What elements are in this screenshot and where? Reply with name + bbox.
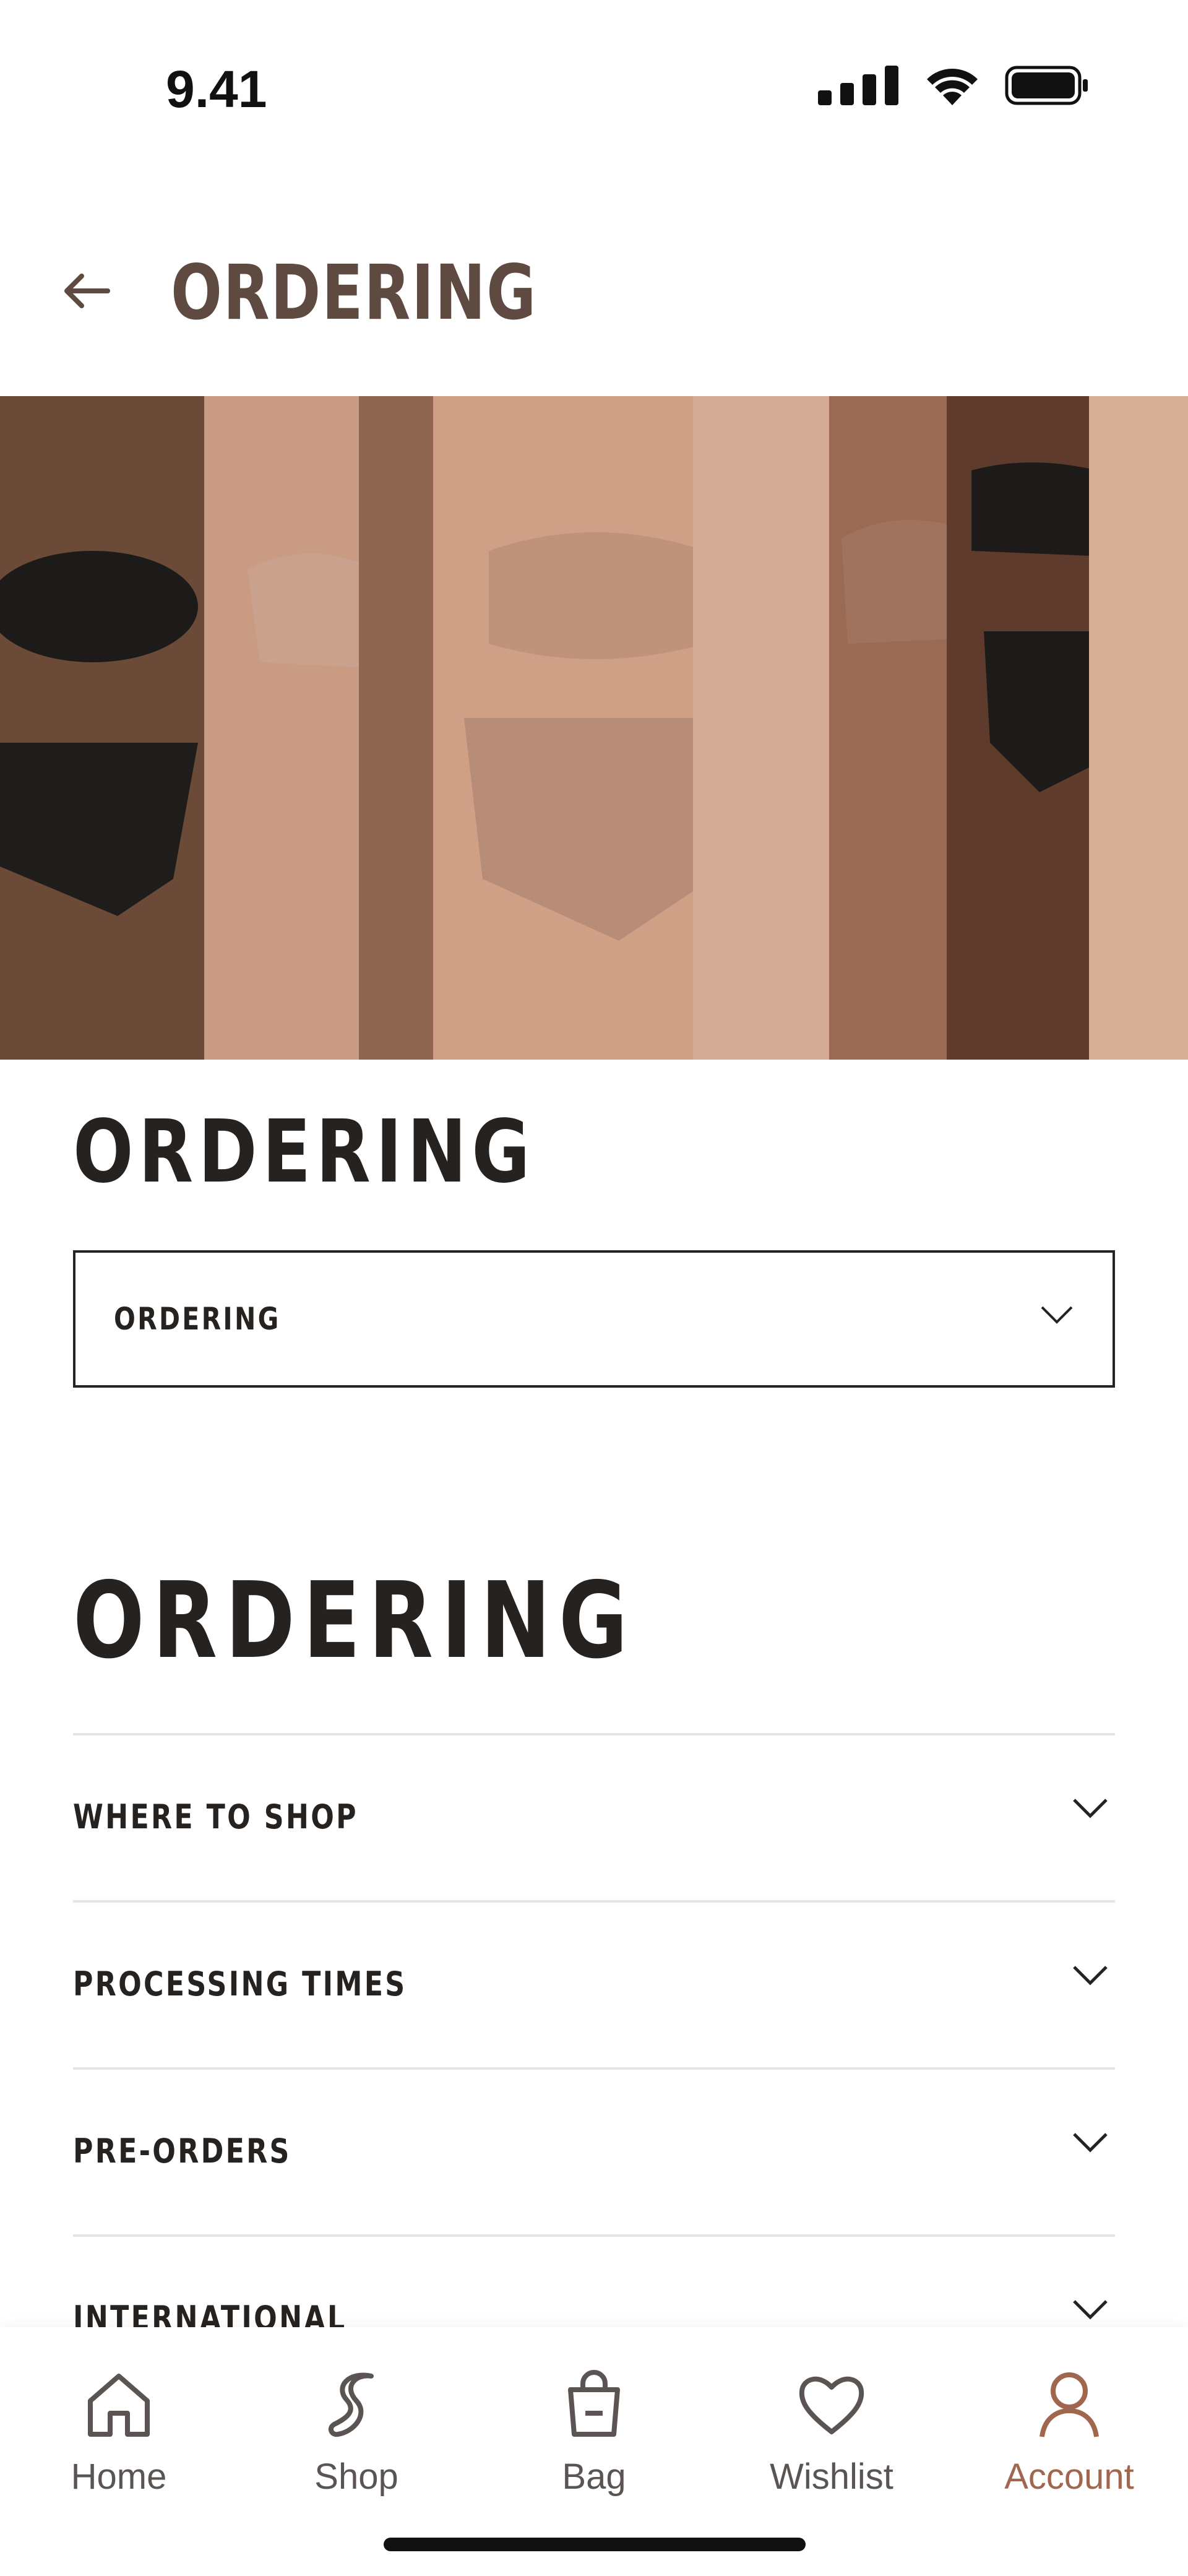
faq-title: ORDERING xyxy=(73,1560,636,1682)
tab-label: Shop xyxy=(314,2457,398,2497)
heart-icon xyxy=(799,2376,864,2434)
tab-bag[interactable]: Bag xyxy=(501,2364,687,2525)
battery-icon xyxy=(1005,66,1088,105)
chevron-down-icon xyxy=(1041,1306,1073,1324)
chevron-down-icon xyxy=(1073,1799,1108,1818)
cellular-signal-icon xyxy=(818,66,898,105)
status-icons xyxy=(818,66,1089,105)
status-bar: 9.41 xyxy=(0,0,1188,142)
page-header: ORDERING xyxy=(0,235,1188,340)
faq-item-processing-times[interactable]: PROCESSING TIMES xyxy=(73,1900,1115,2067)
category-select[interactable]: ORDERING xyxy=(73,1250,1115,1388)
tab-label: Wishlist xyxy=(770,2457,893,2497)
faq-item-label: PRE-ORDERS xyxy=(73,2132,291,2171)
wifi-icon xyxy=(927,69,978,105)
chevron-down-icon xyxy=(1073,2133,1108,2153)
hero-photo-illustration xyxy=(0,396,1188,1060)
faq-list: WHERE TO SHOP PROCESSING TIMES PRE-ORDER… xyxy=(73,1733,1115,2401)
home-indicator xyxy=(384,2538,806,2551)
section-title: ORDERING xyxy=(73,1102,535,1203)
tab-shop[interactable]: Shop xyxy=(264,2364,449,2525)
bag-icon xyxy=(568,2370,620,2437)
faq-item-label: WHERE TO SHOP xyxy=(73,1797,358,1836)
tab-home[interactable]: Home xyxy=(26,2364,212,2525)
home-icon xyxy=(88,2374,150,2437)
tab-label: Home xyxy=(71,2457,167,2497)
faq-item-pre-orders[interactable]: PRE-ORDERS xyxy=(73,2067,1115,2234)
tab-label: Bag xyxy=(562,2457,626,2497)
chevron-down-icon xyxy=(1073,2300,1108,2320)
faq-item-label: PROCESSING TIMES xyxy=(73,1964,407,2003)
person-icon xyxy=(1040,2372,1099,2437)
back-button[interactable] xyxy=(56,260,118,322)
category-select-value: ORDERING xyxy=(114,1301,281,1337)
hero-image xyxy=(0,396,1188,1060)
tab-account[interactable]: Account xyxy=(976,2364,1162,2525)
chevron-down-icon xyxy=(1073,1966,1108,1986)
faq-item-where-to-shop[interactable]: WHERE TO SHOP xyxy=(73,1733,1115,1900)
arrow-left-icon xyxy=(64,274,110,308)
page-title: ORDERING xyxy=(171,249,537,337)
tab-wishlist[interactable]: Wishlist xyxy=(739,2364,924,2525)
shop-icon xyxy=(328,2372,374,2437)
status-time: 9.41 xyxy=(166,60,267,118)
tab-label: Account xyxy=(1004,2457,1134,2497)
